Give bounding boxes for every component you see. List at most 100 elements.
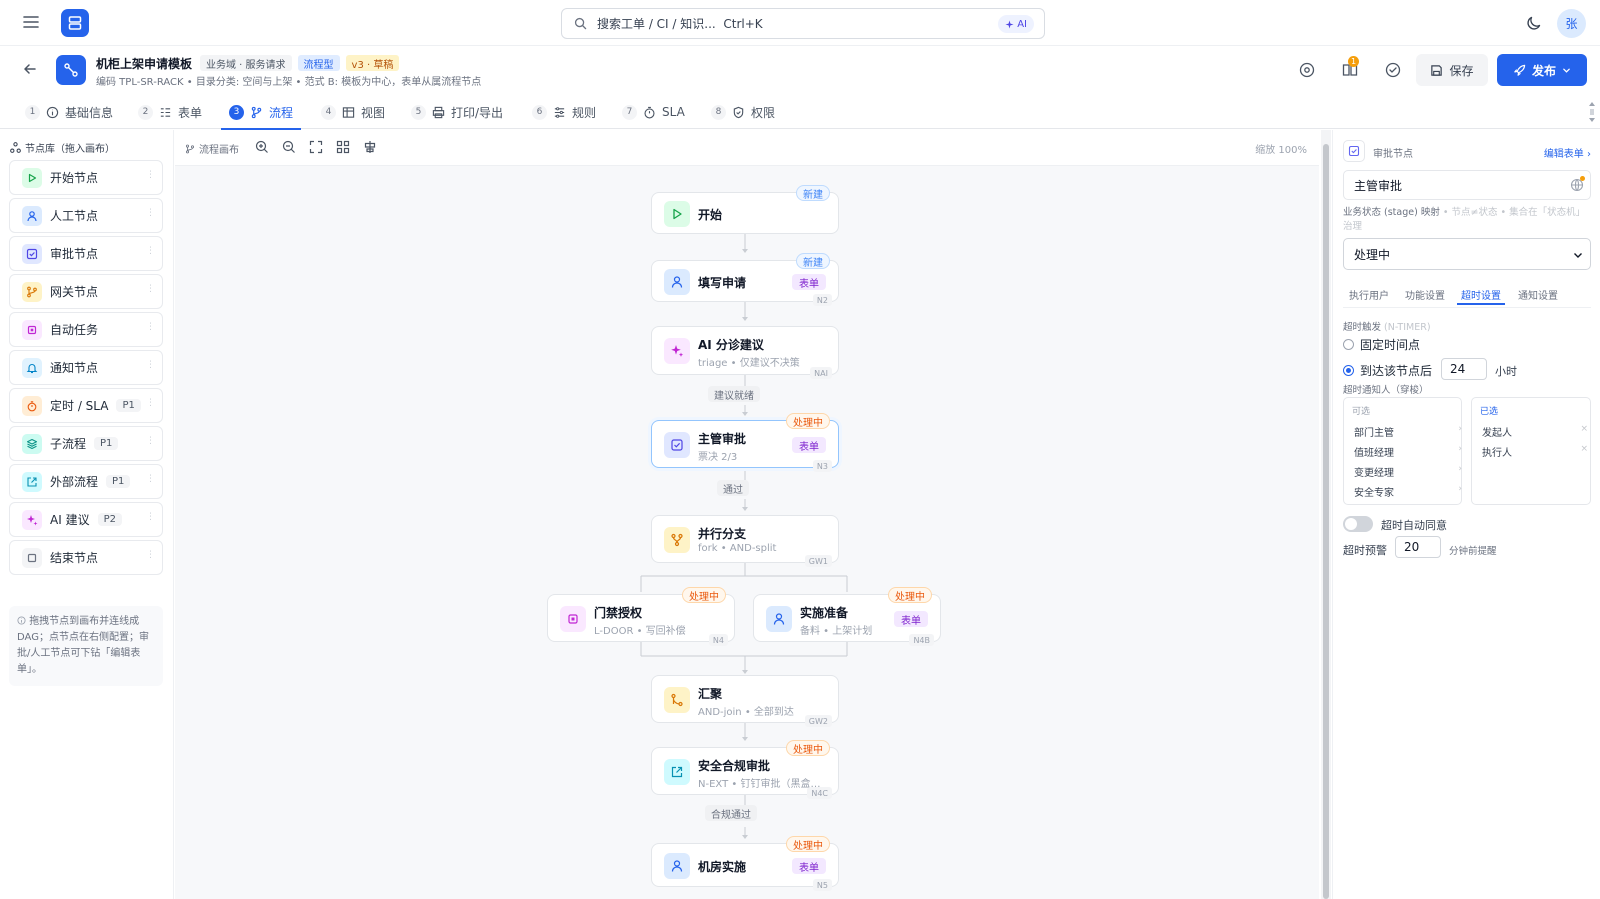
flow-canvas[interactable]: 流程画布 缩放 100% 建议就绪 通过 合规通过 开始 新建 填写申请 新建 … bbox=[175, 130, 1319, 899]
flow-node-ai-triage[interactable]: AI 分诊建议 triage • 仅建议不决策 NAI bbox=[651, 326, 839, 379]
node-timer-sla[interactable]: 定时 / SLA P1 ⋮ bbox=[9, 388, 163, 423]
stage-select[interactable]: 处理中 bbox=[1343, 238, 1591, 270]
available-item[interactable]: 部门主管 › bbox=[1354, 424, 1462, 439]
preview-icon[interactable] bbox=[1298, 61, 1316, 79]
available-item[interactable]: 值班经理 › bbox=[1354, 444, 1462, 459]
tab-print-export[interactable]: 5 打印/导出 bbox=[411, 95, 503, 129]
check-circle-icon[interactable] bbox=[1384, 61, 1402, 79]
menu-icon[interactable] bbox=[22, 14, 40, 30]
workflow-icon bbox=[64, 63, 78, 77]
node-gateway[interactable]: 网关节点 ⋮ bbox=[9, 274, 163, 309]
flow-node-fill-request[interactable]: 填写申请 新建 表单 N2 bbox=[651, 253, 839, 306]
drag-handle-icon[interactable]: ⋮ bbox=[146, 171, 155, 184]
drag-handle-icon[interactable]: ⋮ bbox=[146, 209, 155, 222]
node-approval[interactable]: 审批节点 ⋮ bbox=[9, 236, 163, 271]
drag-handle-icon[interactable]: ⋮ bbox=[146, 437, 155, 450]
flow-node-implementation-prep[interactable]: 实施准备 备料 • 上架计划 处理中 表单 N4B bbox=[753, 587, 941, 646]
tab-flow[interactable]: 3 流程 bbox=[220, 95, 302, 130]
remove-icon[interactable]: × bbox=[1580, 424, 1588, 434]
tab-label: 视图 bbox=[361, 105, 386, 120]
drag-handle-icon[interactable]: ⋮ bbox=[146, 475, 155, 488]
node-label: 审批节点 bbox=[50, 247, 99, 261]
node-name: AI 分诊建议 bbox=[698, 338, 764, 352]
drag-handle-icon[interactable]: ⋮ bbox=[146, 323, 155, 336]
selected-item[interactable]: 发起人 × bbox=[1482, 424, 1588, 439]
selected-list: 已选 发起人 × 执行人 × bbox=[1471, 397, 1591, 505]
template-icon bbox=[56, 55, 86, 85]
tab-label: 基础信息 bbox=[65, 105, 114, 120]
tab-number: 5 bbox=[411, 104, 426, 120]
tab-basic-info[interactable]: 1 基础信息 bbox=[25, 95, 113, 129]
template-subtitle: 编码 TPL-SR-RACK • 目录分类: 空间与上架 • 范式 B: 模板为… bbox=[96, 77, 482, 88]
drag-handle-icon[interactable]: ⋮ bbox=[146, 285, 155, 298]
flow-node-manager-approval[interactable]: 主管审批 票决 2/3 处理中 表单 N3 bbox=[651, 413, 839, 472]
sparkle-icon bbox=[22, 509, 42, 530]
flow-node-door-access[interactable]: 门禁授权 L-DOOR • 写回补偿 处理中 N4 bbox=[547, 587, 735, 646]
flow-node-parallel-fork[interactable]: 并行分支 fork • AND-split GW1 bbox=[651, 515, 839, 567]
moon-icon[interactable] bbox=[1525, 14, 1543, 32]
tab-permissions[interactable]: 8 权限 bbox=[711, 95, 775, 129]
global-search[interactable]: 搜索工单 / CI / 知识... Ctrl+K AI bbox=[561, 8, 1045, 39]
form-tag[interactable]: 表单 bbox=[792, 858, 826, 874]
tab-rules[interactable]: 6 规则 bbox=[532, 95, 596, 129]
tab-notify-settings[interactable]: 通知设置 bbox=[1518, 287, 1558, 302]
stage-mapping-label: 业务状态 (stage) 映射 • 节点≠状态 • 集合在「状态机」治理 bbox=[1343, 207, 1586, 232]
flow-node-security-compliance[interactable]: 安全合规审批 N-EXT • 钉钉审批（黑盒… 处理中 N4C bbox=[651, 740, 839, 799]
node-end[interactable]: 结束节点 ⋮ bbox=[9, 540, 163, 575]
drag-handle-icon[interactable]: ⋮ bbox=[146, 399, 155, 412]
tabs-scroll-icon[interactable] bbox=[1588, 98, 1596, 126]
flow-node-datacenter-implementation[interactable]: 机房实施 处理中 表单 N5 bbox=[651, 836, 839, 891]
scrollbar-thumb[interactable] bbox=[1323, 144, 1329, 899]
node-label: AI 建议 bbox=[50, 513, 90, 527]
form-tag[interactable]: 表单 bbox=[894, 611, 928, 627]
tab-sla[interactable]: 7 SLA bbox=[622, 95, 685, 129]
available-item[interactable]: 安全专家 › bbox=[1354, 484, 1462, 499]
node-notify[interactable]: 通知节点 ⋮ bbox=[9, 350, 163, 385]
timeout-hours-input[interactable]: 24 bbox=[1441, 358, 1487, 380]
drag-handle-icon[interactable]: ⋮ bbox=[146, 361, 155, 374]
node-label: 开始节点 bbox=[50, 171, 99, 185]
auto-agree-toggle[interactable] bbox=[1343, 516, 1373, 532]
tab-timeout-settings[interactable]: 超时设置 bbox=[1457, 287, 1505, 305]
tab-form[interactable]: 2 表单 bbox=[138, 95, 202, 129]
back-arrow-icon[interactable] bbox=[22, 61, 38, 77]
node-ai-suggest[interactable]: AI 建议 P2 ⋮ bbox=[9, 502, 163, 537]
ai-search-chip[interactable]: AI bbox=[998, 15, 1034, 33]
tab-function-settings[interactable]: 功能设置 bbox=[1405, 287, 1445, 302]
node-human[interactable]: 人工节点 ⋮ bbox=[9, 198, 163, 233]
publish-button[interactable]: 发布 bbox=[1497, 54, 1587, 86]
radio-fixed-time[interactable]: 固定时间点 bbox=[1343, 336, 1420, 353]
node-auto-task[interactable]: 自动任务 ⋮ bbox=[9, 312, 163, 347]
node-name-input[interactable]: 主管审批 bbox=[1343, 170, 1591, 200]
status-badge: 处理中 bbox=[786, 740, 830, 756]
search-placeholder: 搜索工单 / CI / 知识... Ctrl+K bbox=[597, 17, 763, 31]
flow-node-start[interactable]: 开始 新建 bbox=[651, 185, 839, 234]
warn-minutes-input[interactable]: 20 bbox=[1395, 536, 1441, 558]
tab-executors[interactable]: 执行用户 bbox=[1349, 287, 1389, 302]
drag-handle-icon[interactable]: ⋮ bbox=[146, 513, 155, 526]
radio-button[interactable] bbox=[1343, 365, 1354, 376]
available-item[interactable]: 变更经理 › bbox=[1354, 464, 1462, 479]
drag-handle-icon[interactable]: ⋮ bbox=[146, 247, 155, 260]
canvas-scrollbar[interactable] bbox=[1321, 130, 1331, 899]
form-tag[interactable]: 表单 bbox=[792, 437, 826, 453]
app-logo[interactable] bbox=[61, 9, 89, 37]
radio-button[interactable] bbox=[1343, 339, 1354, 350]
tab-view[interactable]: 4 视图 bbox=[321, 95, 385, 129]
node-external[interactable]: 外部流程 P1 ⋮ bbox=[9, 464, 163, 499]
node-subprocess[interactable]: 子流程 P1 ⋮ bbox=[9, 426, 163, 461]
radio-after-arrival[interactable]: 到达该节点后 bbox=[1343, 362, 1432, 379]
flow-node-join[interactable]: 汇聚 AND-join • 全部到达 GW2 bbox=[651, 675, 839, 727]
form-tag[interactable]: 表单 bbox=[792, 274, 826, 290]
drag-handle-icon[interactable]: ⋮ bbox=[146, 551, 155, 564]
edge-label-compliance-passed[interactable]: 合规通过 bbox=[705, 805, 757, 821]
edge-label-approved[interactable]: 通过 bbox=[717, 480, 749, 496]
save-button[interactable]: 保存 bbox=[1416, 54, 1488, 86]
user-avatar[interactable]: 张 bbox=[1557, 9, 1586, 38]
selected-item[interactable]: 执行人 × bbox=[1482, 444, 1588, 459]
node-start[interactable]: 开始节点 ⋮ bbox=[9, 160, 163, 195]
remove-icon[interactable]: × bbox=[1580, 444, 1588, 454]
cpu-icon bbox=[560, 606, 586, 632]
edit-form-link[interactable]: 编辑表单 › bbox=[1544, 145, 1591, 160]
edge-label-suggestion-ready[interactable]: 建议就绪 bbox=[708, 386, 760, 402]
